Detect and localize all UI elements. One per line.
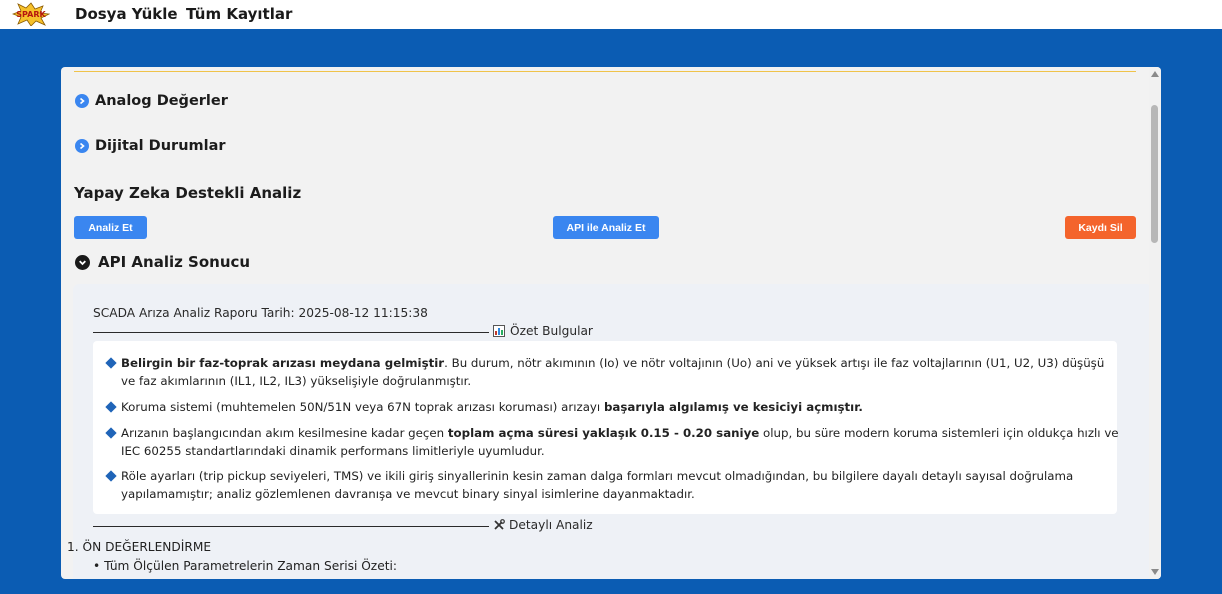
list-item: Arızanın başlangıcından akım kesilmesine…	[105, 424, 1121, 460]
diamond-bullet-icon	[105, 470, 117, 482]
bullet-bold-text: toplam açma süresi yaklaşık 0.15 - 0.20 …	[447, 426, 760, 440]
section-heading: 1. ÖN DEĞERLENDİRME	[67, 540, 212, 554]
divider-line	[93, 332, 489, 333]
detail-heading: Detaylı Analiz	[493, 518, 593, 532]
bar-chart-icon	[493, 325, 505, 337]
delete-record-button[interactable]: Kaydı Sil	[1065, 216, 1136, 239]
chevron-down-icon	[75, 254, 90, 270]
scroll-down-icon[interactable]	[1151, 569, 1159, 575]
scroll-up-icon[interactable]	[1151, 71, 1159, 77]
scroll-thumb[interactable]	[1151, 105, 1158, 243]
tools-icon	[494, 519, 505, 530]
diamond-bullet-icon	[105, 357, 117, 369]
bullet-bold-text: Belirgin bir faz-toprak arızası meydana …	[121, 356, 445, 370]
bullet-text: Koruma sistemi (muhtemelen 50N/51N veya …	[121, 400, 604, 414]
section-api-result-title: API Analiz Sonucu	[98, 253, 251, 271]
summary-label: Özet Bulgular	[510, 324, 593, 338]
ai-title-text: Yapay Zeka Destekli Analiz	[74, 184, 302, 202]
main-panel: Analog Değerler Dijital Durumlar Yapay Z…	[61, 67, 1161, 579]
section-analog-toggle[interactable]: Analog Değerler	[75, 93, 228, 109]
nav-upload-link[interactable]: Dosya Yükle	[75, 5, 178, 23]
list-item: Belirgin bir faz-toprak arızası meydana …	[105, 354, 1121, 390]
bullet-text: Röle ayarları (trip pickup seviyeleri, T…	[121, 469, 1074, 501]
chevron-right-icon	[75, 94, 89, 108]
top-navbar: SPARK Dosya Yükle Tüm Kayıtlar	[0, 0, 1222, 29]
panel-divider	[74, 71, 1136, 72]
spark-logo[interactable]: SPARK	[12, 2, 50, 26]
section-item: • Tüm Ölçülen Parametrelerin Zaman Seris…	[93, 559, 397, 573]
bullet-text: Arızanın başlangıcından akım kesilmesine…	[121, 426, 448, 440]
svg-text:SPARK: SPARK	[16, 10, 46, 19]
bullet-bold-text: başarıyla algılamış ve kesiciyi açmıştır…	[603, 400, 863, 414]
section-ai-title: Yapay Zeka Destekli Analiz	[74, 184, 301, 202]
report-title: SCADA Arıza Analiz Raporu Tarih: 2025-08…	[93, 306, 428, 320]
nav-records-link[interactable]: Tüm Kayıtlar	[186, 5, 292, 23]
divider-line	[93, 526, 489, 527]
analyze-button[interactable]: Analiz Et	[74, 216, 147, 239]
detail-label: Detaylı Analiz	[509, 518, 593, 532]
diamond-bullet-icon	[105, 401, 117, 413]
vertical-scrollbar[interactable]	[1149, 67, 1161, 579]
api-result-box: SCADA Arıza Analiz Raporu Tarih: 2025-08…	[73, 284, 1152, 579]
list-item: Koruma sistemi (muhtemelen 50N/51N veya …	[105, 398, 1121, 416]
section-analog-title: Analog Değerler	[95, 93, 228, 109]
summary-findings: Belirgin bir faz-toprak arızası meydana …	[93, 341, 1119, 514]
summary-heading: Özet Bulgular	[493, 324, 593, 338]
diamond-bullet-icon	[105, 427, 117, 439]
list-item: Röle ayarları (trip pickup seviyeleri, T…	[105, 467, 1121, 503]
api-analyze-button[interactable]: API ile Analiz Et	[553, 216, 659, 239]
section-dijital-title: Dijital Durumlar	[95, 138, 226, 154]
section-dijital-toggle[interactable]: Dijital Durumlar	[75, 138, 226, 154]
chevron-right-icon	[75, 139, 89, 153]
section-api-result-toggle[interactable]: API Analiz Sonucu	[75, 253, 250, 271]
